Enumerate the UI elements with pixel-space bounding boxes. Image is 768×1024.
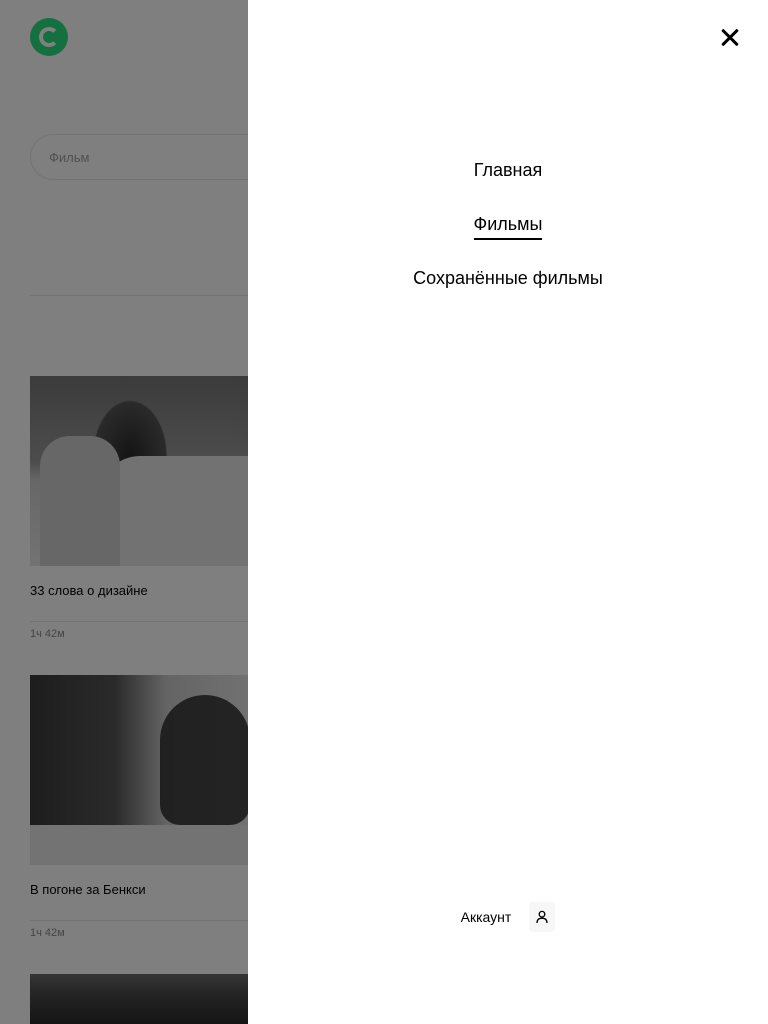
nav-item-movies[interactable]: Фильмы xyxy=(473,212,543,240)
user-icon xyxy=(536,910,548,924)
nav-item-home[interactable]: Главная xyxy=(474,158,543,186)
side-menu: Главная Фильмы Сохранённые фильмы Аккаун… xyxy=(248,0,768,1024)
close-icon[interactable] xyxy=(718,26,742,50)
account-icon[interactable] xyxy=(529,902,556,932)
nav-item-saved-movies[interactable]: Сохранённые фильмы xyxy=(413,266,603,294)
account-link[interactable]: Аккаунт xyxy=(248,902,768,932)
main-nav: Главная Фильмы Сохранённые фильмы xyxy=(248,158,768,320)
account-label[interactable]: Аккаунт xyxy=(461,909,512,925)
